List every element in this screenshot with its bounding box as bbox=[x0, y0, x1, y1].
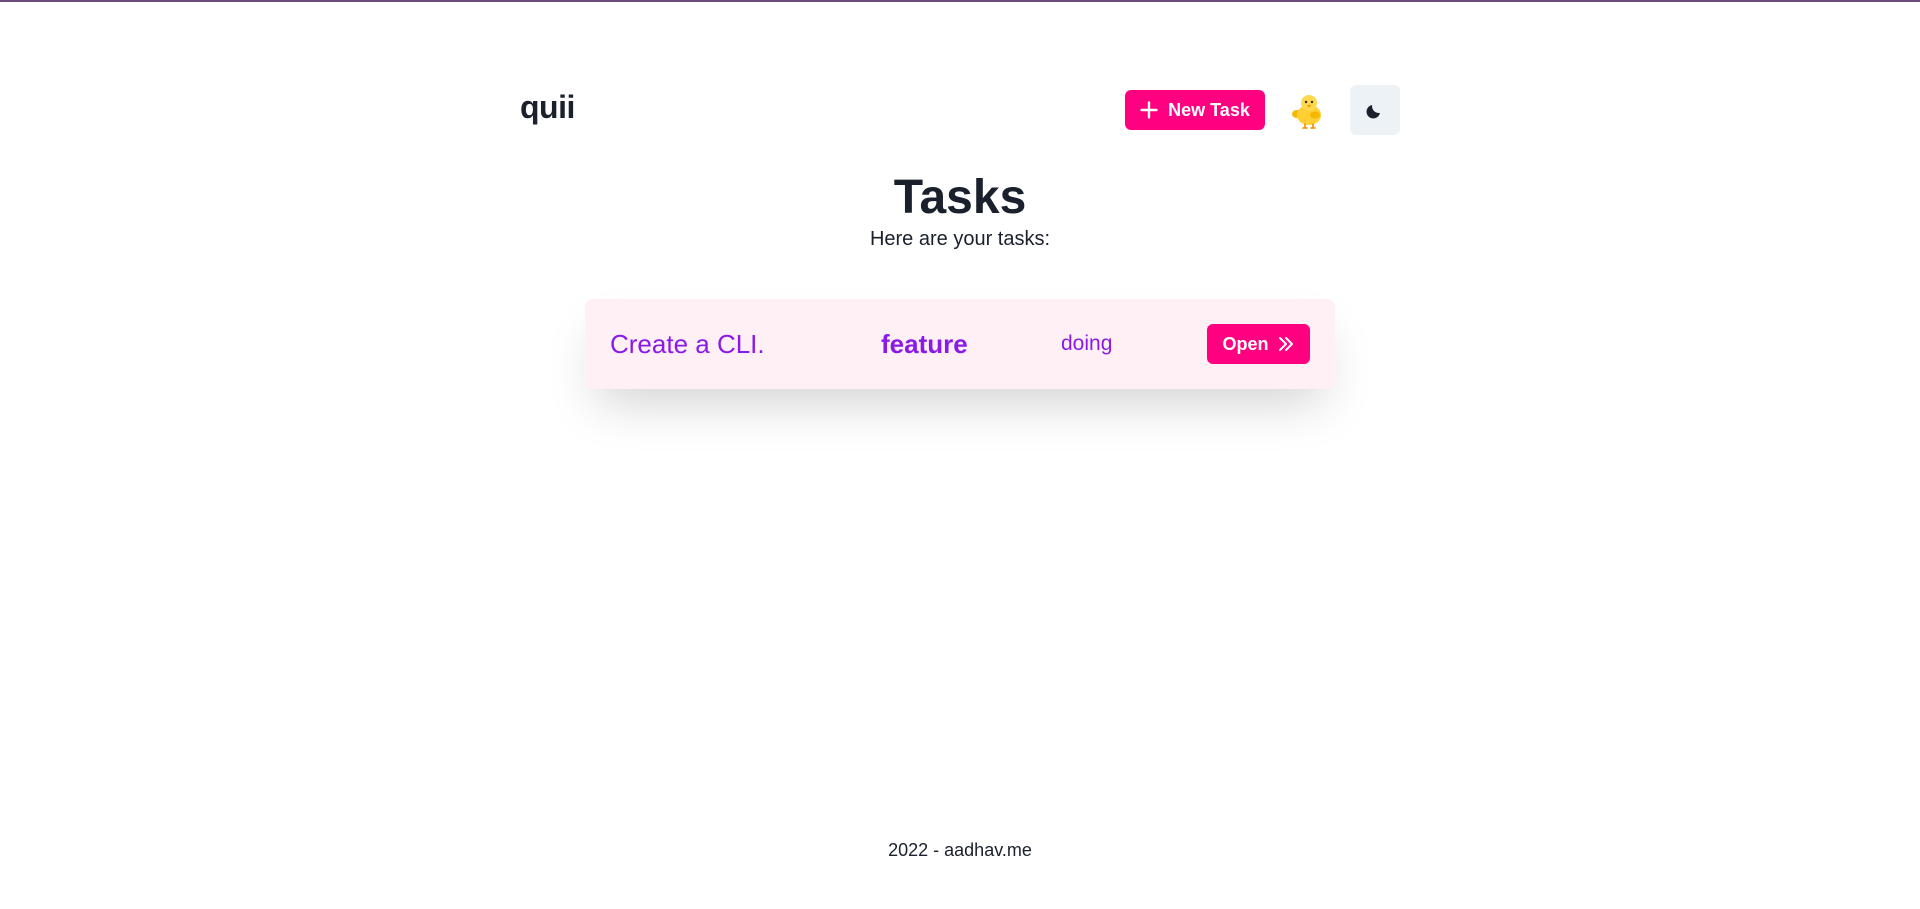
new-task-button[interactable]: New Task bbox=[1125, 90, 1265, 130]
chevrons-right-icon bbox=[1278, 337, 1293, 351]
task-status: doing bbox=[1061, 332, 1113, 355]
new-task-label: New Task bbox=[1168, 99, 1250, 120]
open-task-button[interactable]: Open bbox=[1207, 324, 1310, 364]
task-title: Create a CLI. bbox=[610, 328, 765, 359]
theme-toggle-button[interactable] bbox=[1350, 85, 1400, 135]
page-subtitle: Here are your tasks: bbox=[869, 228, 1051, 250]
app-logo[interactable]: quii bbox=[520, 89, 575, 126]
moon-icon bbox=[1366, 105, 1380, 119]
task-card: Create a CLI. feature doing Open bbox=[585, 299, 1335, 389]
plus-icon bbox=[1140, 101, 1158, 119]
top-accent-strip bbox=[0, 0, 1920, 2]
footer: 2022 - aadhav.me bbox=[888, 840, 1032, 860]
task-tag: feature bbox=[881, 328, 968, 359]
avatar[interactable] bbox=[1285, 88, 1333, 132]
open-task-label: Open bbox=[1222, 333, 1269, 354]
chick-avatar-icon bbox=[1292, 95, 1321, 129]
app-header: quii New Task bbox=[520, 85, 1400, 135]
page-title: Tasks bbox=[893, 171, 1027, 224]
